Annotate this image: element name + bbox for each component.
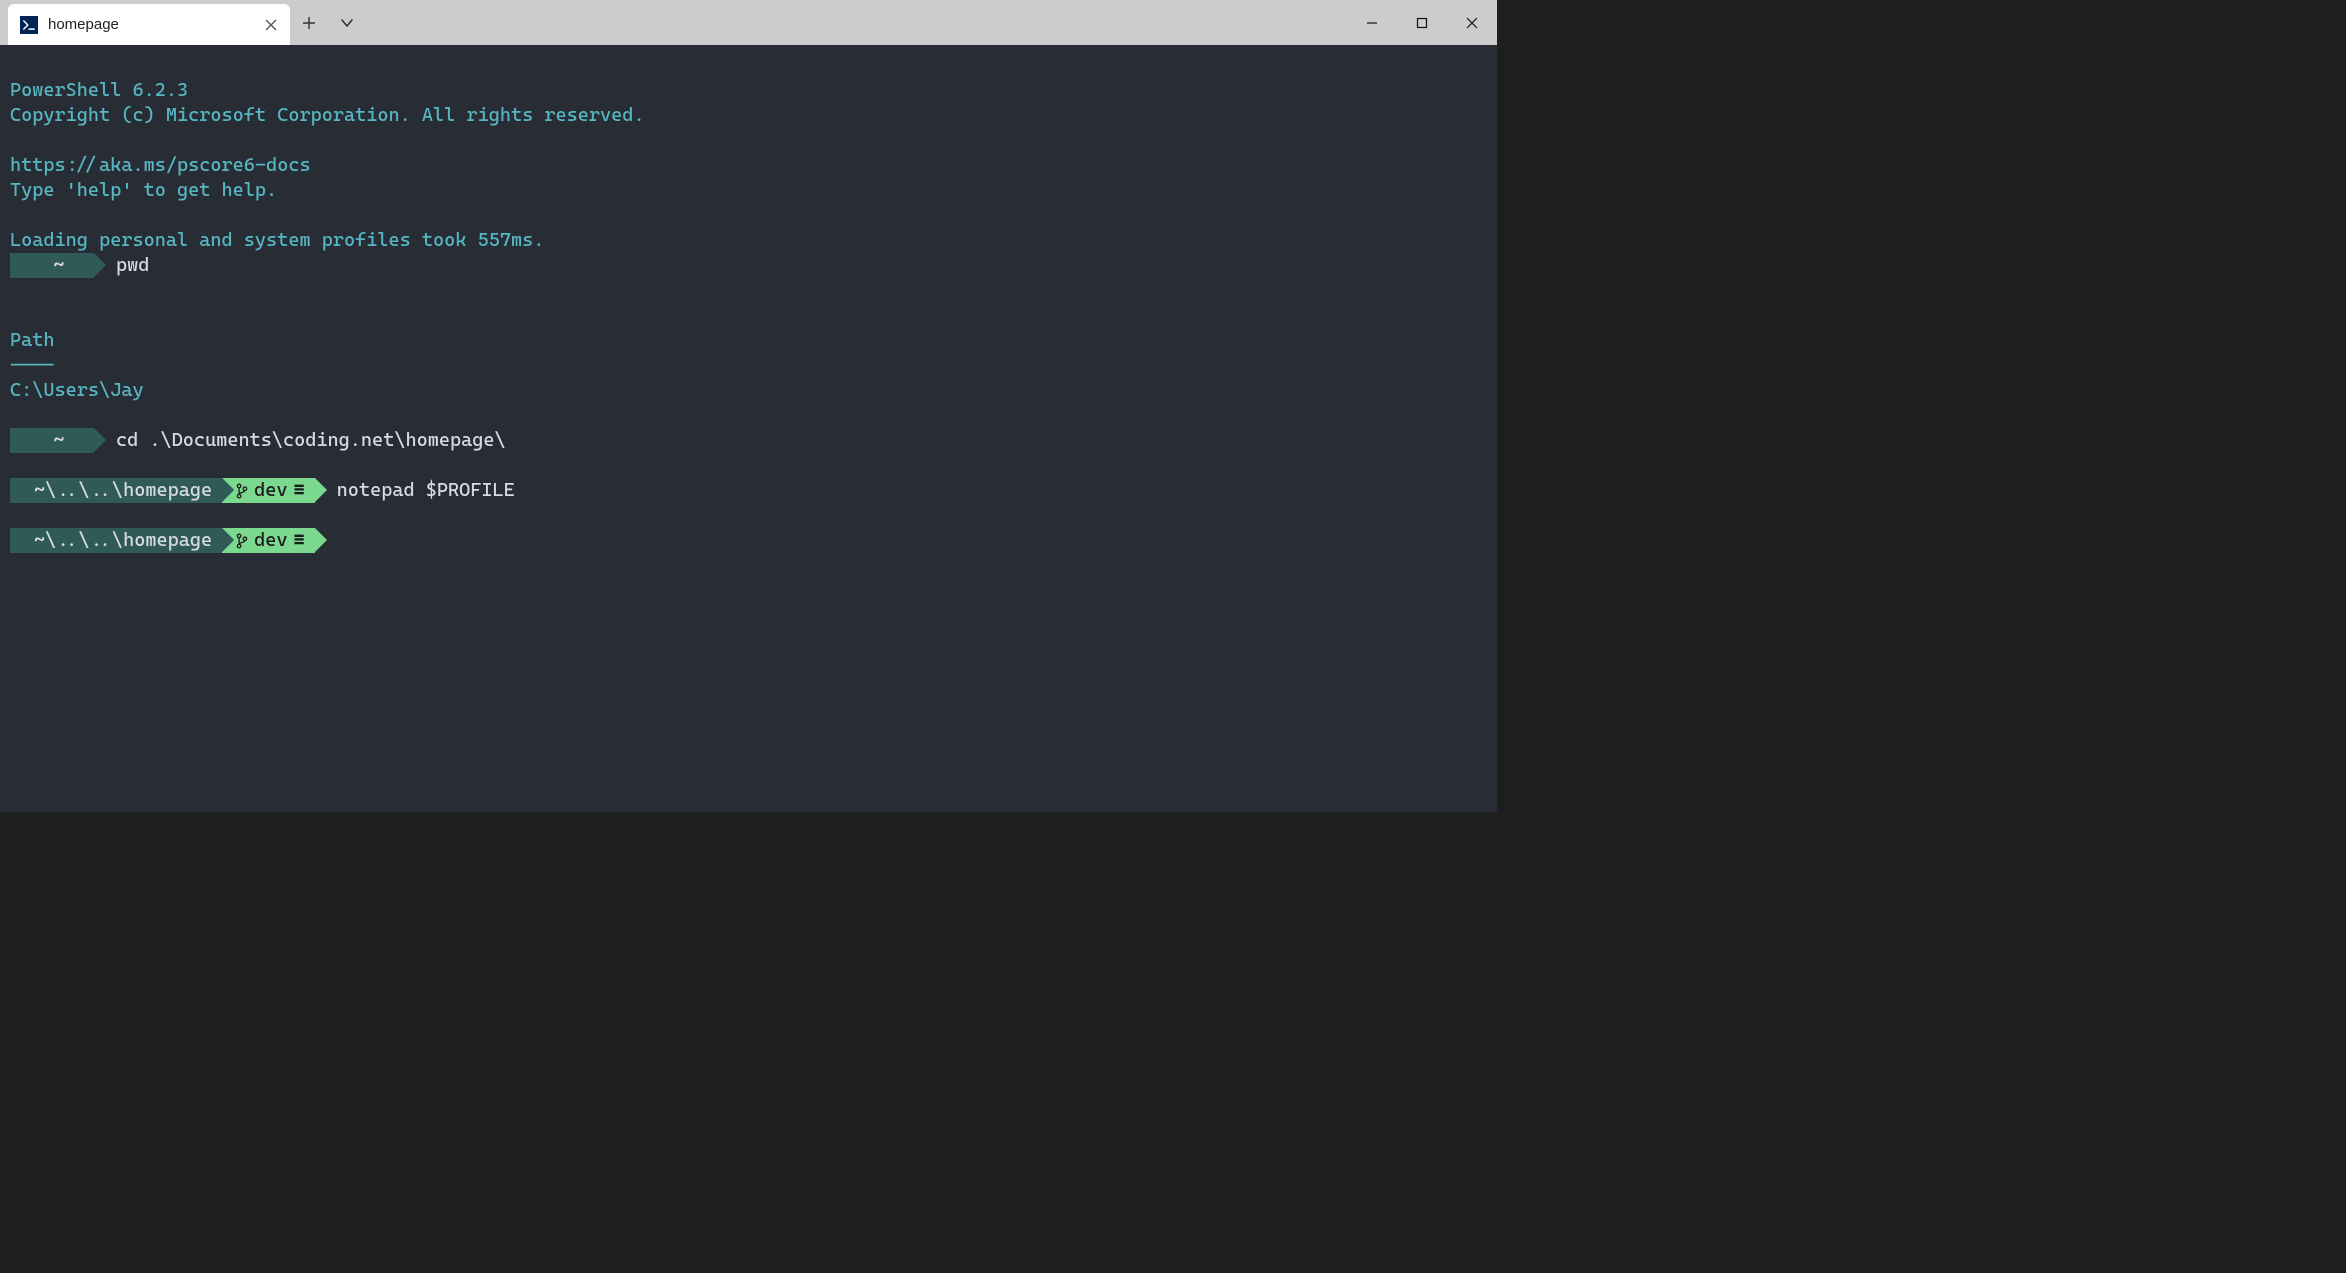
prompt-path-segment: ~ <box>10 428 94 453</box>
tab-homepage[interactable]: homepage <box>8 4 290 45</box>
banner-line: https://aka.ms/pscore6-docs <box>10 154 311 176</box>
pwd-value: C:\Users\Jay <box>10 379 144 401</box>
close-window-button[interactable] <box>1447 0 1497 45</box>
terminal-viewport[interactable]: PowerShell 6.2.3 Copyright (c) Microsoft… <box>0 45 1497 812</box>
banner-line: Type 'help' to get help. <box>10 179 277 201</box>
git-status: ≡ <box>294 528 305 553</box>
banner-line: PowerShell 6.2.3 <box>10 79 188 101</box>
command-text: notepad $PROFILE <box>315 478 515 503</box>
maximize-button[interactable] <box>1397 0 1447 45</box>
branch-icon <box>236 483 248 499</box>
pwd-rule: ---- <box>10 354 55 376</box>
git-branch: dev <box>254 528 287 553</box>
prompt-git-segment: dev ≡ <box>222 478 315 503</box>
prompt-path: ~ <box>53 428 64 453</box>
blank-line <box>10 404 21 426</box>
branch-icon <box>236 533 248 549</box>
prompt-path: ~\..\..\homepage <box>34 478 212 503</box>
prompt-line: ~\..\..\homepage dev ≡ <box>10 528 1487 553</box>
tab-controls <box>290 0 366 45</box>
tab-strip: homepage <box>0 0 290 45</box>
prompt-line: ~\..\..\homepage dev ≡ notepad $PROFILE <box>10 478 1487 503</box>
terminal-window: homepage PowerShell 6.2.3 Copyright (c) <box>0 0 1497 812</box>
prompt-path-segment: ~\..\..\homepage <box>10 528 222 553</box>
tab-title: homepage <box>48 16 252 33</box>
pwd-header: Path <box>10 329 55 351</box>
git-status: ≡ <box>294 478 305 503</box>
title-bar[interactable]: homepage <box>0 0 1497 45</box>
prompt-path: ~ <box>53 253 64 278</box>
blank-line <box>10 304 21 326</box>
prompt-line: ~pwd <box>10 253 1487 278</box>
titlebar-drag-region[interactable] <box>366 0 1347 45</box>
prompt-path: ~\..\..\homepage <box>34 528 212 553</box>
banner-line: Loading personal and system profiles too… <box>10 229 544 251</box>
banner-line: Copyright (c) Microsoft Corporation. All… <box>10 104 645 126</box>
tab-dropdown-button[interactable] <box>328 0 366 45</box>
minimize-button[interactable] <box>1347 0 1397 45</box>
powershell-icon <box>20 16 38 34</box>
tab-close-button[interactable] <box>262 16 280 34</box>
git-branch: dev <box>254 478 287 503</box>
prompt-line: ~ cd .\Documents\coding.net\homepage\ <box>10 428 1487 453</box>
new-tab-button[interactable] <box>290 0 328 45</box>
prompt-git-segment: dev ≡ <box>222 528 315 553</box>
command-text: cd .\Documents\coding.net\homepage\ <box>94 428 506 453</box>
prompt-path-segment: ~ <box>10 253 94 278</box>
prompt-path-segment: ~\..\..\homepage <box>10 478 222 503</box>
